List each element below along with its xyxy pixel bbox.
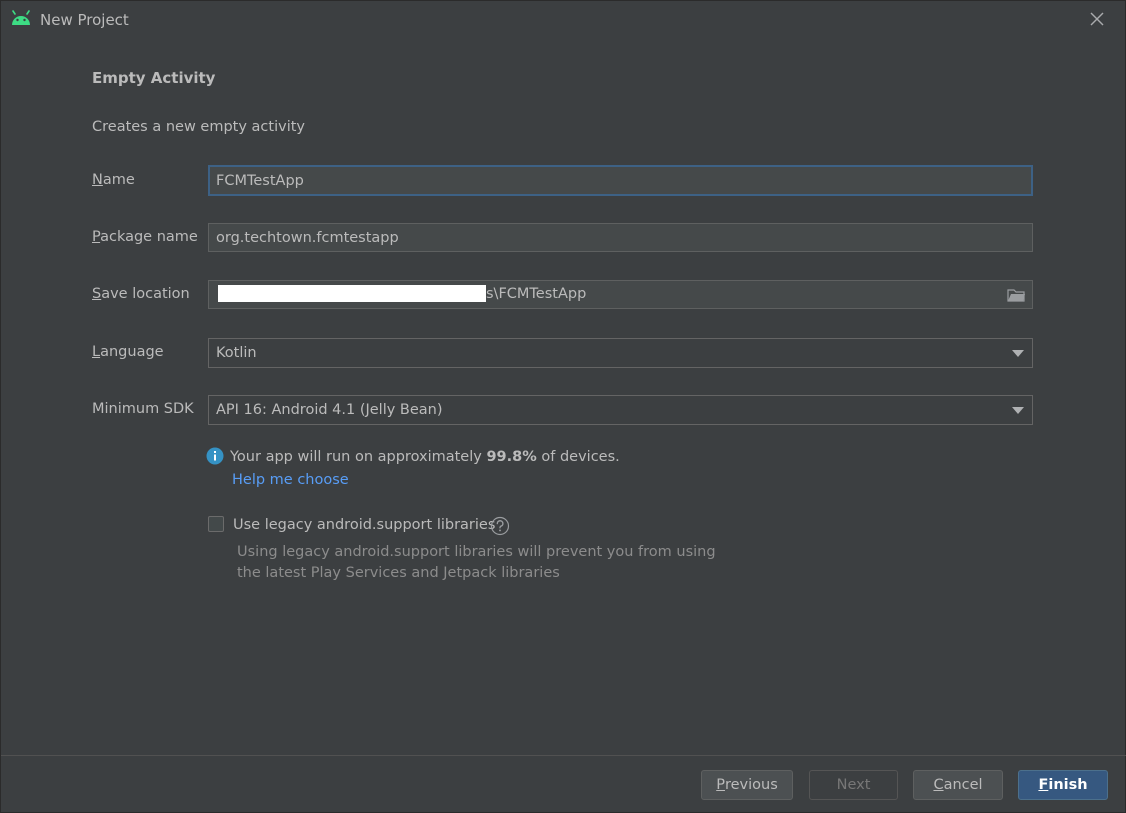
new-project-dialog: New Project Empty Activity Creates a new… bbox=[0, 0, 1126, 813]
device-coverage-text: Your app will run on approximately 99.8%… bbox=[230, 449, 620, 465]
save-location-value: s\FCMTestApp bbox=[486, 286, 587, 302]
finish-mnemonic: F bbox=[1038, 777, 1049, 793]
coverage-text-after: of devices. bbox=[536, 449, 620, 465]
info-icon bbox=[206, 447, 224, 465]
name-label-mnemonic: N bbox=[92, 172, 103, 188]
previous-mnemonic: P bbox=[716, 777, 725, 793]
finish-button[interactable]: Finish bbox=[1018, 770, 1108, 800]
coverage-text-before: Your app will run on approximately bbox=[230, 449, 487, 465]
close-icon bbox=[1090, 12, 1104, 26]
package-label-rest: ackage name bbox=[100, 229, 198, 245]
next-button[interactable]: Next bbox=[809, 770, 898, 800]
cancel-rest: ancel bbox=[943, 777, 983, 793]
language-dropdown[interactable]: Kotlin bbox=[208, 338, 1033, 368]
folder-icon[interactable] bbox=[1007, 287, 1026, 303]
close-button[interactable] bbox=[1087, 9, 1107, 29]
language-label-rest: anguage bbox=[100, 344, 164, 360]
question-icon[interactable] bbox=[490, 516, 510, 536]
package-label-mnemonic: P bbox=[92, 229, 101, 245]
chevron-down-icon bbox=[1012, 407, 1024, 414]
window-title: New Project bbox=[40, 11, 129, 29]
package-name-label: Package name bbox=[92, 229, 198, 245]
name-field[interactable]: FCMTestApp bbox=[208, 165, 1033, 196]
legacy-support-checkbox[interactable] bbox=[208, 516, 224, 532]
android-icon bbox=[10, 10, 32, 26]
help-me-choose-link[interactable]: Help me choose bbox=[232, 472, 349, 488]
cancel-button[interactable]: Cancel bbox=[913, 770, 1003, 800]
footer-divider bbox=[1, 755, 1126, 756]
minimum-sdk-label: Minimum SDK bbox=[92, 401, 194, 417]
name-label: Name bbox=[92, 172, 135, 188]
name-value: FCMTestApp bbox=[216, 172, 304, 189]
finish-rest: inish bbox=[1048, 777, 1088, 793]
coverage-percent: 99.8% bbox=[486, 449, 537, 465]
redacted-path bbox=[218, 285, 486, 302]
package-name-field[interactable]: org.techtown.fcmtestapp bbox=[208, 223, 1033, 252]
save-location-label: Save location bbox=[92, 286, 190, 302]
legacy-note-line-2: the latest Play Services and Jetpack lib… bbox=[237, 565, 560, 581]
save-location-label-rest: ave location bbox=[101, 286, 190, 302]
previous-button[interactable]: Previous bbox=[701, 770, 793, 800]
previous-rest: revious bbox=[724, 777, 778, 793]
next-label: Next bbox=[836, 777, 871, 793]
package-name-value: org.techtown.fcmtestapp bbox=[216, 229, 399, 246]
chevron-down-icon bbox=[1012, 350, 1024, 357]
page-title: Empty Activity bbox=[92, 69, 216, 87]
save-location-field[interactable]: s\FCMTestApp bbox=[208, 280, 1033, 309]
cancel-mnemonic: C bbox=[933, 777, 944, 793]
name-label-rest: ame bbox=[102, 172, 135, 188]
minimum-sdk-dropdown[interactable]: API 16: Android 4.1 (Jelly Bean) bbox=[208, 395, 1033, 425]
page-description: Creates a new empty activity bbox=[92, 119, 305, 135]
legacy-note-line-1: Using legacy android.support libraries w… bbox=[237, 544, 716, 560]
title-bar: New Project bbox=[1, 1, 1126, 39]
language-selected: Kotlin bbox=[216, 345, 257, 361]
language-label-mnemonic: L bbox=[92, 344, 101, 360]
language-label: Language bbox=[92, 344, 164, 360]
legacy-support-label[interactable]: Use legacy android.support libraries bbox=[233, 517, 495, 533]
save-location-label-mnemonic: S bbox=[92, 286, 102, 302]
minimum-sdk-selected: API 16: Android 4.1 (Jelly Bean) bbox=[216, 402, 443, 418]
